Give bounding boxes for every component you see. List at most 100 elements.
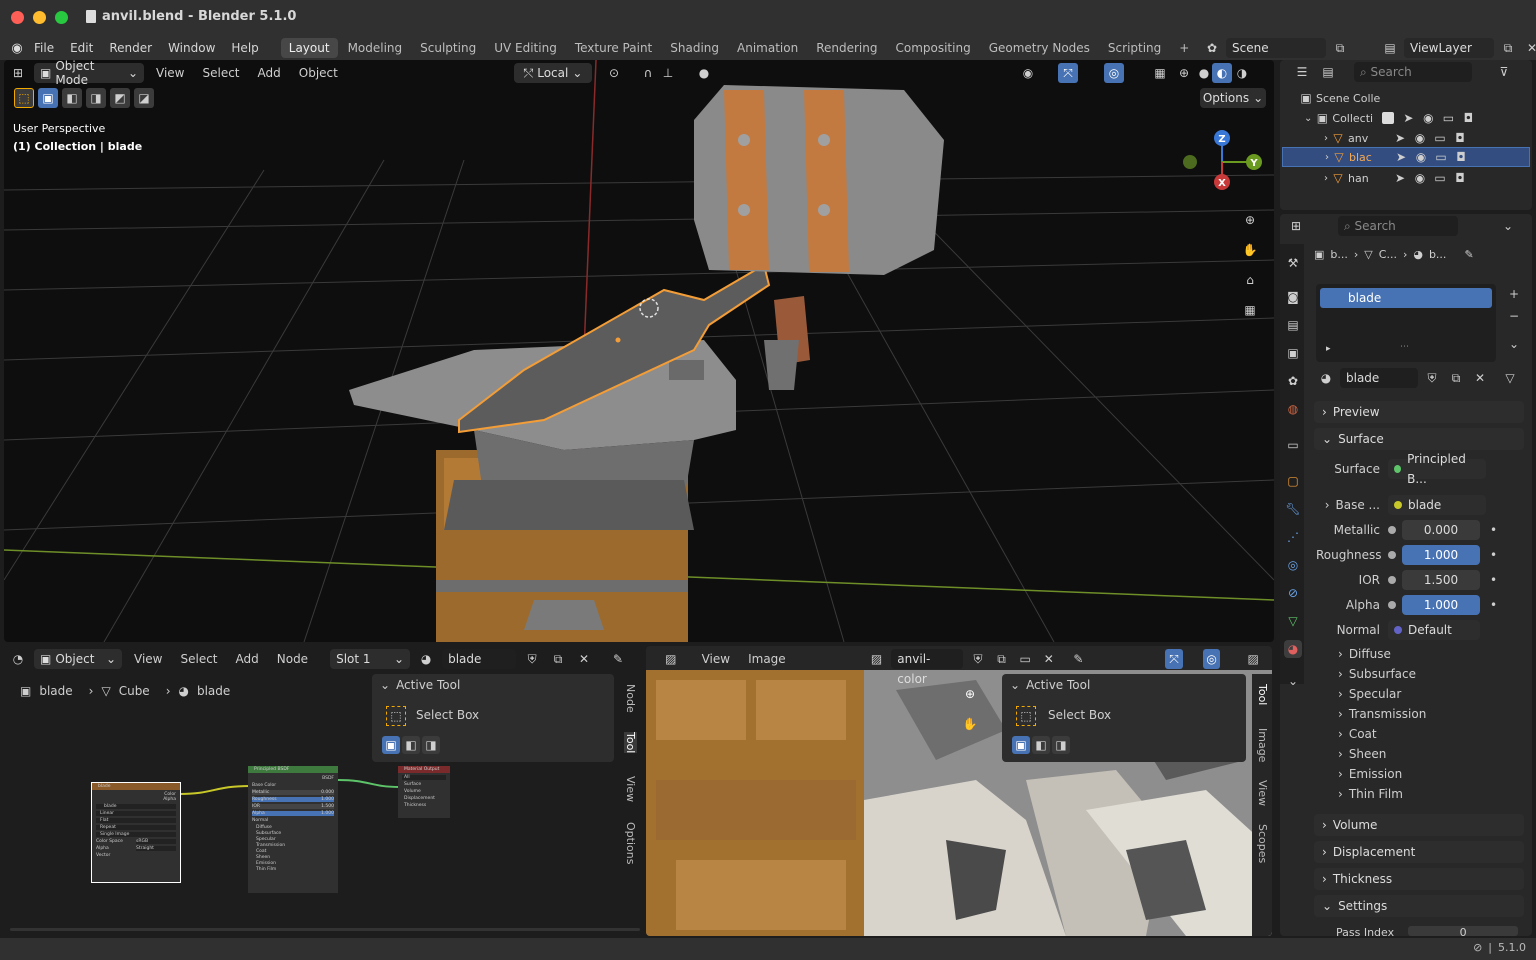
ior-field[interactable]: 1.500 bbox=[1402, 570, 1480, 590]
link-type-icon[interactable]: ▽ bbox=[1500, 368, 1520, 388]
material-slot-item[interactable]: blade bbox=[1320, 288, 1492, 308]
mode-dropdown[interactable]: ▣ Object Mode ⌄ bbox=[34, 60, 144, 87]
object-tab-icon[interactable]: ▢ bbox=[1284, 472, 1302, 490]
sheen-subpanel[interactable]: › Sheen bbox=[1338, 747, 1386, 761]
select-new-icon[interactable]: ▣ bbox=[1012, 736, 1030, 754]
alpha-field[interactable]: 1.000 bbox=[1402, 595, 1480, 615]
perspective-toggle-icon[interactable]: ▦ bbox=[1240, 300, 1260, 320]
view-layer-tab-icon[interactable]: ▣ bbox=[1284, 344, 1302, 362]
surface-panel-header[interactable]: ⌄ Surface bbox=[1314, 428, 1524, 450]
menu-edit[interactable]: Edit bbox=[62, 37, 101, 59]
tab-modeling[interactable]: Modeling bbox=[340, 38, 411, 58]
add-workspace-icon[interactable]: + bbox=[1171, 38, 1197, 58]
minimize-window-button[interactable] bbox=[33, 11, 46, 24]
outliner-search-input[interactable]: ⌕ Search bbox=[1354, 62, 1472, 82]
thin-film-subpanel[interactable]: › Thin Film bbox=[1338, 787, 1403, 801]
data-tab-icon[interactable]: ▽ bbox=[1284, 612, 1302, 630]
image-menu-image[interactable]: Image bbox=[742, 652, 792, 666]
displacement-panel-header[interactable]: › Displacement bbox=[1314, 841, 1524, 863]
monitor-icon[interactable]: ▭ bbox=[1430, 128, 1450, 148]
viewlayer-field[interactable]: ViewLayer bbox=[1404, 38, 1494, 58]
collection-tab-icon[interactable]: ▭ bbox=[1284, 436, 1302, 454]
emission-subpanel[interactable]: › Emission bbox=[1338, 767, 1402, 781]
specular-subpanel[interactable]: › Specular bbox=[1338, 687, 1401, 701]
render-tab-icon[interactable]: ◙ bbox=[1284, 288, 1302, 306]
display-mode-icon[interactable]: ▤ bbox=[1318, 62, 1338, 82]
material-tab-icon[interactable]: ◕ bbox=[1284, 640, 1302, 658]
tab-compositing[interactable]: Compositing bbox=[887, 38, 978, 58]
select-invert-icon[interactable]: ◩ bbox=[110, 88, 130, 108]
viewport-menu-select[interactable]: Select bbox=[196, 66, 245, 80]
duplicate-material-icon[interactable]: ⧉ bbox=[1446, 368, 1466, 388]
scene-field[interactable]: Scene bbox=[1226, 38, 1326, 58]
material-name-field[interactable]: blade bbox=[1340, 368, 1418, 388]
overlay-toggle-icon[interactable]: ◎ bbox=[1104, 63, 1124, 83]
xray-icon[interactable]: ▦ bbox=[1150, 63, 1170, 83]
chevron-down-icon[interactable]: ⌄ bbox=[1010, 678, 1020, 692]
select-extend-icon[interactable]: ◧ bbox=[62, 88, 82, 108]
solid-shading-icon[interactable]: ● bbox=[1194, 63, 1214, 83]
fake-user-shield-icon[interactable]: ⛨ bbox=[969, 649, 987, 669]
roughness-field[interactable]: 1.000 bbox=[1402, 545, 1480, 565]
options-dropdown[interactable]: Options ⌄ bbox=[1200, 88, 1266, 108]
camera-render-icon[interactable]: ◘ bbox=[1450, 128, 1470, 148]
eye-icon[interactable]: ◉ bbox=[1410, 168, 1430, 188]
remove-viewlayer-icon[interactable]: ✕ bbox=[1522, 38, 1536, 58]
image-browse-icon[interactable]: ▨ bbox=[868, 649, 886, 669]
eye-icon[interactable]: ◉ bbox=[1410, 128, 1430, 148]
outliner-editor-icon[interactable]: ☰ bbox=[1292, 62, 1312, 82]
monitor-icon[interactable]: ▭ bbox=[1431, 147, 1451, 167]
unlink-image-icon[interactable]: ✕ bbox=[1040, 649, 1058, 669]
select-cursor-icon[interactable]: ⬚ bbox=[14, 88, 34, 108]
outliner-item-handle[interactable]: › ▽ han ➤ ◉ ▭ ◘ bbox=[1282, 168, 1530, 188]
viewport-menu-view[interactable]: View bbox=[150, 66, 190, 80]
properties-search-input[interactable]: ⌕ Search bbox=[1338, 216, 1458, 236]
zoom-window-button[interactable] bbox=[55, 11, 68, 24]
checkbox-icon[interactable] bbox=[1382, 112, 1395, 124]
tab-layout[interactable]: Layout bbox=[280, 38, 338, 58]
surface-shader-dropdown[interactable]: Principled B... bbox=[1388, 452, 1486, 486]
chevron-down-icon[interactable]: ⌄ bbox=[1498, 216, 1518, 236]
eye-icon[interactable]: ◉ bbox=[1411, 147, 1431, 167]
select-arrow-icon[interactable]: ➤ bbox=[1390, 128, 1410, 148]
outliner-item-anvil[interactable]: › ▽ anv ➤ ◉ ▭ ◘ bbox=[1282, 128, 1530, 148]
image-texture-node[interactable]: blade Color Alpha blade Linear Flat Repe… bbox=[91, 782, 181, 883]
viewlayer-icon[interactable]: ▤ bbox=[1380, 38, 1400, 58]
constraints-tab-icon[interactable]: ⊘ bbox=[1284, 584, 1302, 602]
fake-user-shield-icon[interactable]: ⛨ bbox=[1422, 368, 1442, 388]
settings-panel-header[interactable]: ⌄ Settings bbox=[1314, 895, 1524, 917]
pass-index-field[interactable]: 0 bbox=[1408, 926, 1519, 936]
material-output-node[interactable]: Material Output All Surface Volume Displ… bbox=[398, 766, 450, 818]
keyframe-dot-icon[interactable]: • bbox=[1490, 598, 1497, 612]
select-subtract-icon[interactable]: ◨ bbox=[1052, 736, 1070, 754]
image-editor-type-icon[interactable]: ▨ bbox=[662, 649, 680, 669]
pan-hand-icon[interactable]: ✋ bbox=[960, 714, 980, 734]
coat-subpanel[interactable]: › Coat bbox=[1338, 727, 1377, 741]
tab-tool[interactable]: Tool bbox=[1256, 684, 1269, 705]
new-scene-icon[interactable]: ⧉ bbox=[1330, 38, 1350, 58]
close-window-button[interactable] bbox=[11, 11, 24, 24]
3d-viewport[interactable]: ⊞ ▣ Object Mode ⌄ View Select Add Object ⤲… bbox=[4, 60, 1274, 642]
preview-panel-header[interactable]: › Preview bbox=[1314, 401, 1524, 423]
browse-material-icon[interactable]: ◕ bbox=[1316, 368, 1336, 388]
orientation-dropdown[interactable]: ⤲ Local ⌄ bbox=[514, 63, 592, 83]
tab-view[interactable]: View bbox=[1256, 780, 1269, 806]
monitor-icon[interactable]: ▭ bbox=[1438, 108, 1458, 128]
camera-view-icon[interactable]: ⌂ bbox=[1240, 270, 1260, 290]
camera-render-icon[interactable]: ◘ bbox=[1451, 147, 1471, 167]
camera-render-icon[interactable]: ◘ bbox=[1450, 168, 1470, 188]
filter-icon[interactable]: ⊽ bbox=[1494, 62, 1514, 82]
gizmo-toggle-icon[interactable]: ⤧ bbox=[1058, 63, 1078, 83]
base-color-link-field[interactable]: blade bbox=[1388, 495, 1486, 515]
properties-editor-icon[interactable]: ⊞ bbox=[1286, 216, 1306, 236]
blender-logo-icon[interactable]: ◉ bbox=[8, 41, 26, 56]
tab-animation[interactable]: Animation bbox=[729, 38, 806, 58]
new-viewlayer-icon[interactable]: ⧉ bbox=[1498, 38, 1518, 58]
camera-render-icon[interactable]: ◘ bbox=[1458, 108, 1478, 128]
select-extend-icon[interactable]: ◧ bbox=[1032, 736, 1050, 754]
tab-uv-editing[interactable]: UV Editing bbox=[486, 38, 565, 58]
resize-handle-icon[interactable]: ⋯ bbox=[1400, 342, 1409, 352]
scene-tab-icon[interactable]: ✿ bbox=[1284, 372, 1302, 390]
display-channels-icon[interactable]: ▨ bbox=[1244, 649, 1262, 669]
keyframe-dot-icon[interactable]: • bbox=[1490, 573, 1497, 587]
